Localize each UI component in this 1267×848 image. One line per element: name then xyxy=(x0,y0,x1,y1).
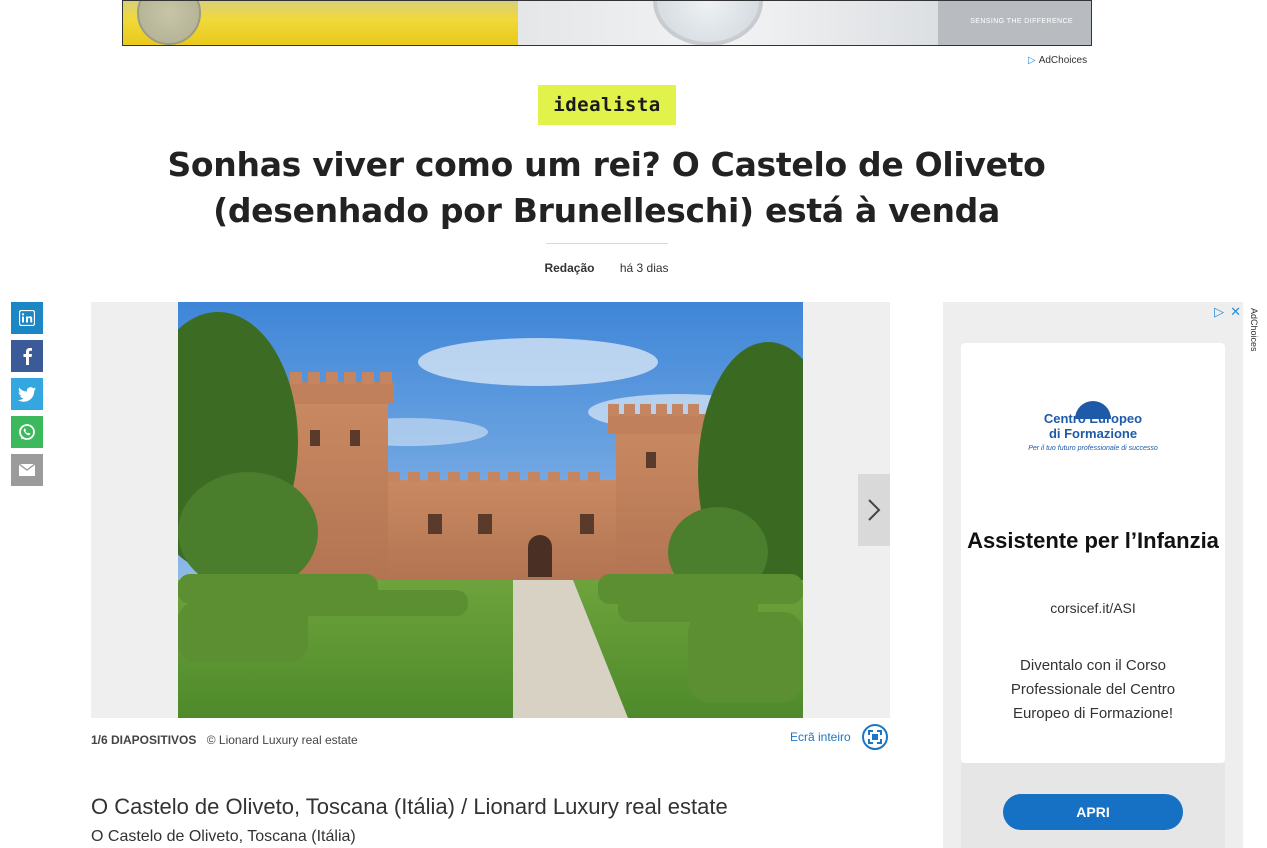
photo-slideshow[interactable] xyxy=(91,302,890,718)
photo-credit: © Lionard Luxury real estate xyxy=(206,733,358,747)
ad-brand-logo xyxy=(137,1,201,45)
slide-caption-subtitle: O Castelo de Oliveto, Toscana (Itália) xyxy=(91,828,356,845)
banner-ad-panel-left xyxy=(123,1,518,45)
slide-caption-title: O Castelo de Oliveto, Toscana (Itália) /… xyxy=(91,794,728,819)
ad-logo-slogan: Per il tuo futuro professionale di succe… xyxy=(1028,445,1158,452)
headline-divider xyxy=(546,243,668,244)
whatsapp-icon xyxy=(19,424,35,440)
ad-headline[interactable]: Assistente per l’Infanzia xyxy=(961,526,1225,556)
banner-ad-panel-center xyxy=(518,1,938,45)
ad-logo-line1: Centro Europeo xyxy=(1043,411,1143,426)
brand-badge[interactable]: idealista xyxy=(538,85,676,125)
ad-url[interactable]: corsicef.it/ASI xyxy=(961,600,1225,616)
article-byline: Redação há 3 dias xyxy=(0,261,1213,275)
sidebar-adchoices-label[interactable]: AdChoices xyxy=(1249,308,1259,352)
article-headline: Sonhas viver como um rei? O Castelo de O… xyxy=(167,145,1046,230)
adchoices-link[interactable]: ▷ AdChoices xyxy=(1028,55,1087,66)
adchoices-label: AdChoices xyxy=(1038,55,1088,66)
share-facebook-button[interactable] xyxy=(11,340,43,372)
linkedin-icon xyxy=(19,310,35,326)
castle-photo-illustration xyxy=(178,302,803,718)
ad-info-icon[interactable]: ▷ xyxy=(1214,304,1224,319)
facebook-icon xyxy=(23,348,32,365)
ad-logo-line2: di Formazione xyxy=(1048,426,1138,441)
ad-footer: APRI xyxy=(961,763,1225,848)
ad-close-icon[interactable]: ✕ xyxy=(1230,304,1241,319)
ad-controls[interactable]: ▷ ✕ xyxy=(1208,304,1241,320)
share-twitter-button[interactable] xyxy=(11,378,43,410)
slide-counter: 1/6 DIAPOSITIVOS xyxy=(91,733,197,747)
castle-photo[interactable] xyxy=(178,302,803,718)
ad-body-text: Diventalo con il Corso Professionale del… xyxy=(1010,657,1176,722)
ad-logo: Centro Europeo di Formazione Per il tuo … xyxy=(961,393,1225,452)
fullscreen-link[interactable]: Ecrã inteiro xyxy=(790,730,851,744)
chevron-right-icon xyxy=(868,499,881,521)
sidebar-ad[interactable]: ▷ ✕ Centro Europeo di Formazione Per il t… xyxy=(943,302,1243,848)
share-whatsapp-button[interactable] xyxy=(11,416,43,448)
banner-ad-tagline: SENSING THE DIFFERENCE xyxy=(970,18,1073,25)
share-linkedin-button[interactable] xyxy=(11,302,43,334)
article-author[interactable]: Redação xyxy=(544,261,594,275)
ad-open-button[interactable]: APRI xyxy=(1003,794,1183,830)
top-banner-ad[interactable]: SENSING THE DIFFERENCE xyxy=(122,0,1092,46)
washing-machine-drum-image xyxy=(653,1,763,45)
fullscreen-icon[interactable] xyxy=(862,724,888,750)
slideshow-next-button[interactable] xyxy=(858,474,890,546)
slide-meta: 1/6 DIAPOSITIVOS © Lionard Luxury real e… xyxy=(91,733,358,747)
twitter-icon xyxy=(18,386,36,402)
expand-icon xyxy=(868,730,882,744)
email-icon xyxy=(19,464,35,476)
adchoices-icon: ▷ xyxy=(1028,55,1036,66)
ad-card[interactable]: Centro Europeo di Formazione Per il tuo … xyxy=(961,343,1225,763)
share-email-button[interactable] xyxy=(11,454,43,486)
article-date: há 3 dias xyxy=(619,261,669,275)
